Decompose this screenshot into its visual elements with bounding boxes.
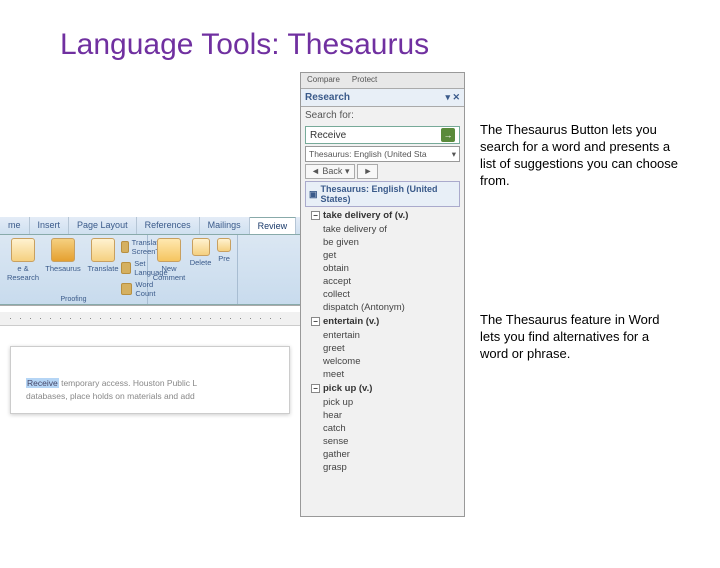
chevron-down-icon: ▾ [452, 149, 456, 160]
research-pane: Compare Protect Research ▾ ✕ Search for:… [300, 72, 465, 517]
delete-comment-button[interactable]: Delete [188, 238, 213, 282]
thesaurus-item[interactable]: be given [321, 236, 460, 249]
thesaurus-item[interactable]: gather [321, 448, 460, 461]
thesaurus-headword[interactable]: −take delivery of (v.) [309, 209, 460, 222]
thesaurus-item[interactable]: obtain [321, 262, 460, 275]
delete-icon [192, 238, 210, 256]
thesaurus-icon [51, 238, 75, 262]
source-select[interactable]: Thesaurus: English (United Sta▾ [305, 146, 460, 162]
tab-references[interactable]: References [137, 217, 200, 234]
thesaurus-item[interactable]: hear [321, 409, 460, 422]
tab-page-layout[interactable]: Page Layout [69, 217, 137, 234]
slide-paragraph-1: The Thesaurus Button lets you search for… [480, 122, 680, 190]
translation-tip-icon [121, 241, 129, 253]
thesaurus-item[interactable]: grasp [321, 461, 460, 474]
set-language-icon [121, 262, 131, 274]
thesaurus-item[interactable]: greet [321, 342, 460, 355]
highlighted-word: Receive [26, 378, 59, 388]
document-page[interactable]: Receive temporary access. Houston Public… [10, 346, 290, 414]
research-button[interactable]: e & Research [4, 238, 42, 282]
thesaurus-group-header[interactable]: ▣Thesaurus: English (United States) [305, 181, 460, 207]
thesaurus-item[interactable]: entertain [321, 329, 460, 342]
tab-home[interactable]: me [0, 217, 30, 234]
back-button[interactable]: ◄ Back ▾ [305, 164, 355, 179]
research-icon [11, 238, 35, 262]
thesaurus-item[interactable]: sense [321, 435, 460, 448]
new-comment-button[interactable]: New Comment [152, 238, 186, 282]
translate-button[interactable]: Translate [84, 238, 122, 282]
collapse-icon[interactable]: − [311, 211, 320, 220]
tab-review[interactable]: Review [250, 217, 297, 234]
word-ribbon-screenshot: me Insert Page Layout References Mailing… [0, 217, 300, 457]
word-count-icon [121, 283, 132, 295]
tab-insert[interactable]: Insert [30, 217, 70, 234]
ribbon-group-label: Proofing [0, 296, 147, 303]
ribbon-section-protect: Protect [346, 73, 383, 88]
prev-comment-button[interactable]: Pre [215, 238, 233, 282]
thesaurus-item[interactable]: get [321, 249, 460, 262]
slide-paragraph-2: The Thesaurus feature in Word lets you f… [480, 312, 680, 363]
ribbon-section-compare: Compare [301, 73, 346, 88]
tab-mailings[interactable]: Mailings [200, 217, 250, 234]
collapse-icon[interactable]: − [311, 317, 320, 326]
translate-icon [91, 238, 115, 262]
ruler [0, 312, 300, 326]
comment-icon [157, 238, 181, 262]
research-pane-title: Research ▾ ✕ [301, 89, 464, 107]
doc-line: databases, place holds on materials and … [26, 390, 274, 403]
thesaurus-headword[interactable]: −pick up (v.) [309, 382, 460, 395]
thesaurus-item[interactable]: take delivery of [321, 223, 460, 236]
doc-line: Receive temporary access. Houston Public… [26, 377, 274, 390]
dropdown-icon[interactable]: ▾ ✕ [445, 92, 460, 103]
slide-title: Language Tools: Thesaurus [60, 28, 720, 62]
prev-icon [217, 238, 231, 252]
thesaurus-button[interactable]: Thesaurus [44, 238, 82, 282]
thesaurus-item[interactable]: pick up [321, 396, 460, 409]
thesaurus-item[interactable]: welcome [321, 355, 460, 368]
search-input[interactable]: Receive → [305, 126, 460, 144]
thesaurus-item[interactable]: meet [321, 368, 460, 381]
search-for-label: Search for: [301, 107, 464, 124]
thesaurus-item[interactable]: catch [321, 422, 460, 435]
search-go-button[interactable]: → [441, 128, 455, 142]
thesaurus-item[interactable]: accept [321, 275, 460, 288]
thesaurus-headword[interactable]: −entertain (v.) [309, 315, 460, 328]
forward-button[interactable]: ► [357, 164, 378, 179]
thesaurus-item[interactable]: collect [321, 288, 460, 301]
thesaurus-item[interactable]: dispatch (Antonym) [321, 301, 460, 314]
collapse-icon[interactable]: − [311, 384, 320, 393]
